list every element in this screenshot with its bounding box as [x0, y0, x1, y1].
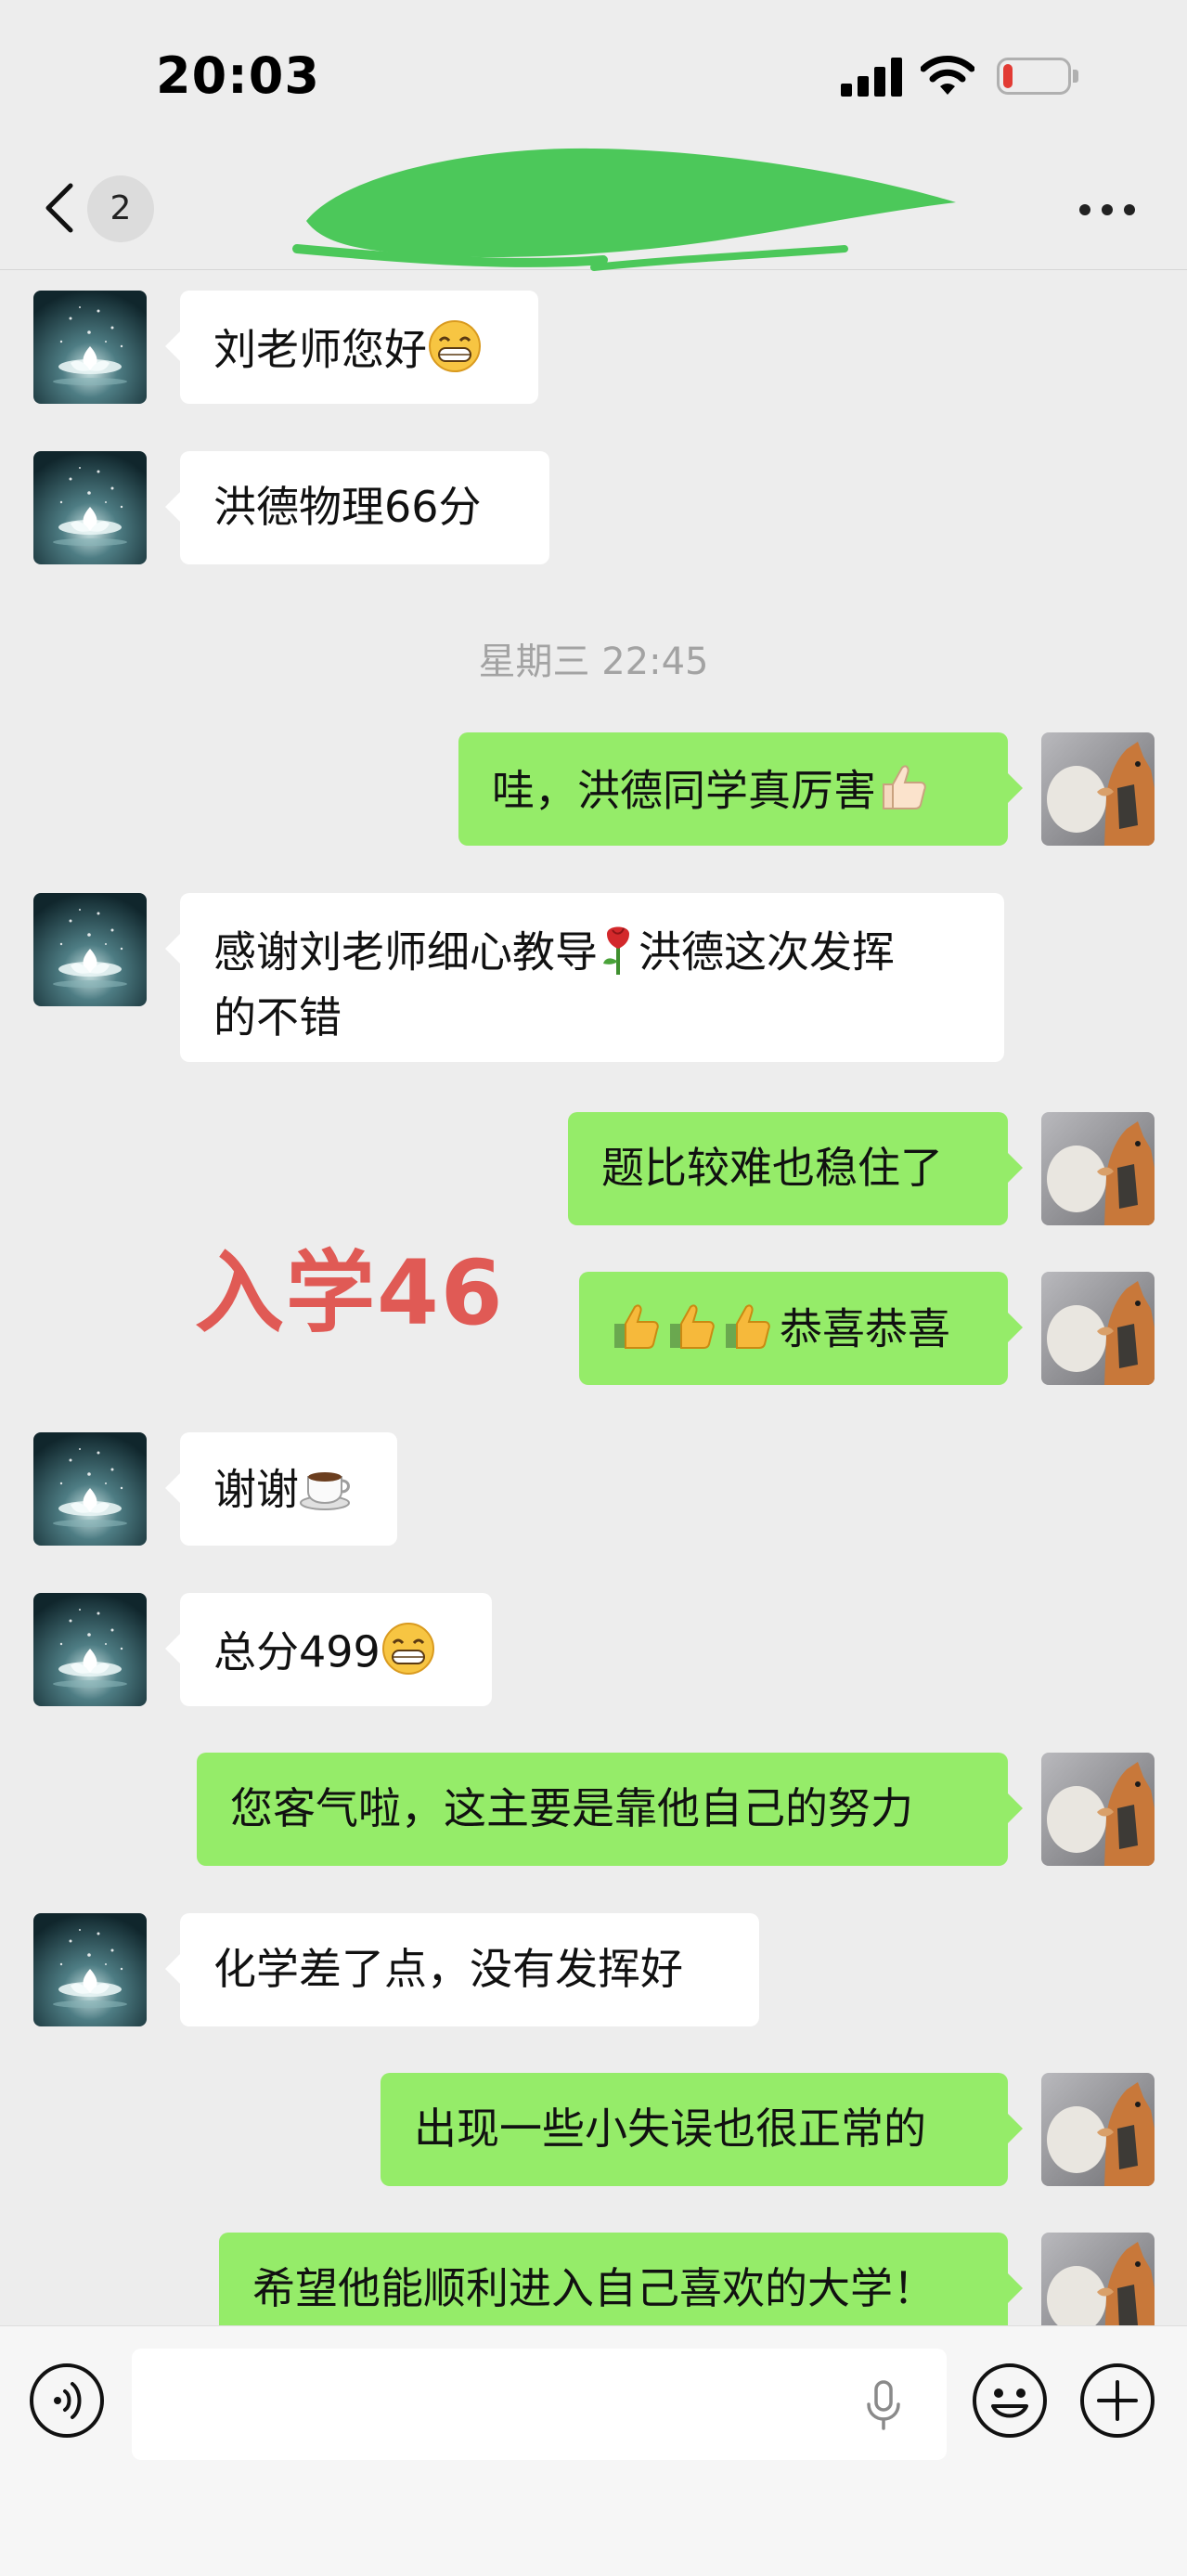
message-text: 谢谢 [213, 1464, 299, 1515]
outgoing-message[interactable]: 恭喜恭喜 [579, 1272, 1023, 1385]
status-time: 20:03 [156, 46, 320, 105]
status-bar: 20:03 [0, 0, 1187, 149]
message-text: 洪德这次发挥 [639, 926, 895, 977]
signal-icon [841, 56, 906, 97]
message-text: 哇，洪德同学真厉害 [492, 765, 876, 816]
message-text: 出现一些小失误也很正常的 [414, 2104, 926, 2154]
message-text: 感谢刘老师细心教导 [213, 926, 598, 977]
outgoing-message[interactable]: 哇，洪德同学真厉害 [458, 732, 1023, 846]
add-attachment-icon[interactable] [1078, 2362, 1156, 2440]
incoming-message[interactable]: 谢谢 [165, 1432, 397, 1546]
thumbs-up-emoji-icon [876, 760, 930, 827]
outgoing-message[interactable]: 您客气啦，这主要是靠他自己的努力 [197, 1753, 1023, 1866]
contact-avatar[interactable] [33, 893, 147, 1006]
voice-input-icon[interactable] [28, 2362, 106, 2440]
message-timestamp: 星期三 22:45 [478, 641, 709, 683]
message-text: 的不错 [213, 992, 342, 1042]
back-button[interactable] [43, 182, 76, 234]
emoji-icon[interactable] [971, 2362, 1049, 2440]
message-text: 希望他能顺利进入自己喜欢的大学！ [252, 2263, 935, 2313]
coffee-emoji-icon [299, 1460, 355, 1525]
my-avatar[interactable] [1041, 1272, 1155, 1385]
incoming-message[interactable]: 化学差了点，没有发挥好 [165, 1913, 759, 2026]
message-text: 刘老师您好 [213, 324, 427, 375]
overlay-annotation: 入学46 [195, 1241, 505, 1345]
unread-count-badge[interactable]: 2 [87, 175, 154, 242]
my-avatar[interactable] [1041, 2073, 1155, 2186]
contact-avatar[interactable] [33, 1432, 147, 1546]
message-text: 洪德物理66分 [213, 482, 482, 532]
message-text: 总分499 [213, 1626, 381, 1677]
incoming-message[interactable]: 刘老师您好 [165, 291, 538, 404]
rose-emoji-icon [598, 921, 639, 990]
wifi-icon [921, 56, 974, 95]
message-text: 恭喜恭喜 [780, 1303, 950, 1354]
message-text: 您客气啦，这主要是靠他自己的努力 [230, 1783, 913, 1833]
more-options-button[interactable] [1079, 204, 1135, 215]
contact-avatar[interactable] [33, 1593, 147, 1706]
grin-emoji-icon [427, 318, 483, 387]
my-avatar[interactable] [1041, 1753, 1155, 1866]
grin-emoji-icon [381, 1621, 436, 1689]
thumbs-up-emoji-icon [613, 1300, 780, 1365]
outgoing-message[interactable]: 题比较难也稳住了 [568, 1112, 1023, 1225]
battery-icon [997, 58, 1078, 98]
contact-avatar[interactable] [33, 451, 147, 564]
incoming-message[interactable]: 总分499 [165, 1593, 492, 1706]
contact-avatar[interactable] [33, 291, 147, 404]
my-avatar[interactable] [1041, 732, 1155, 846]
message-text: 题比较难也稳住了 [601, 1143, 943, 1193]
battery-level [1003, 64, 1013, 88]
message-input[interactable] [132, 2349, 947, 2460]
redacted-chat-title [292, 148, 956, 271]
outgoing-message[interactable]: 出现一些小失误也很正常的 [381, 2073, 1023, 2186]
microphone-icon[interactable] [856, 2376, 911, 2432]
incoming-message[interactable]: 感谢刘老师细心教导 洪德这次发挥的不错 [165, 893, 1004, 1062]
message-text: 化学差了点，没有发挥好 [213, 1944, 683, 1994]
my-avatar[interactable] [1041, 1112, 1155, 1225]
incoming-message[interactable]: 洪德物理66分 [165, 451, 549, 564]
contact-avatar[interactable] [33, 1913, 147, 2026]
